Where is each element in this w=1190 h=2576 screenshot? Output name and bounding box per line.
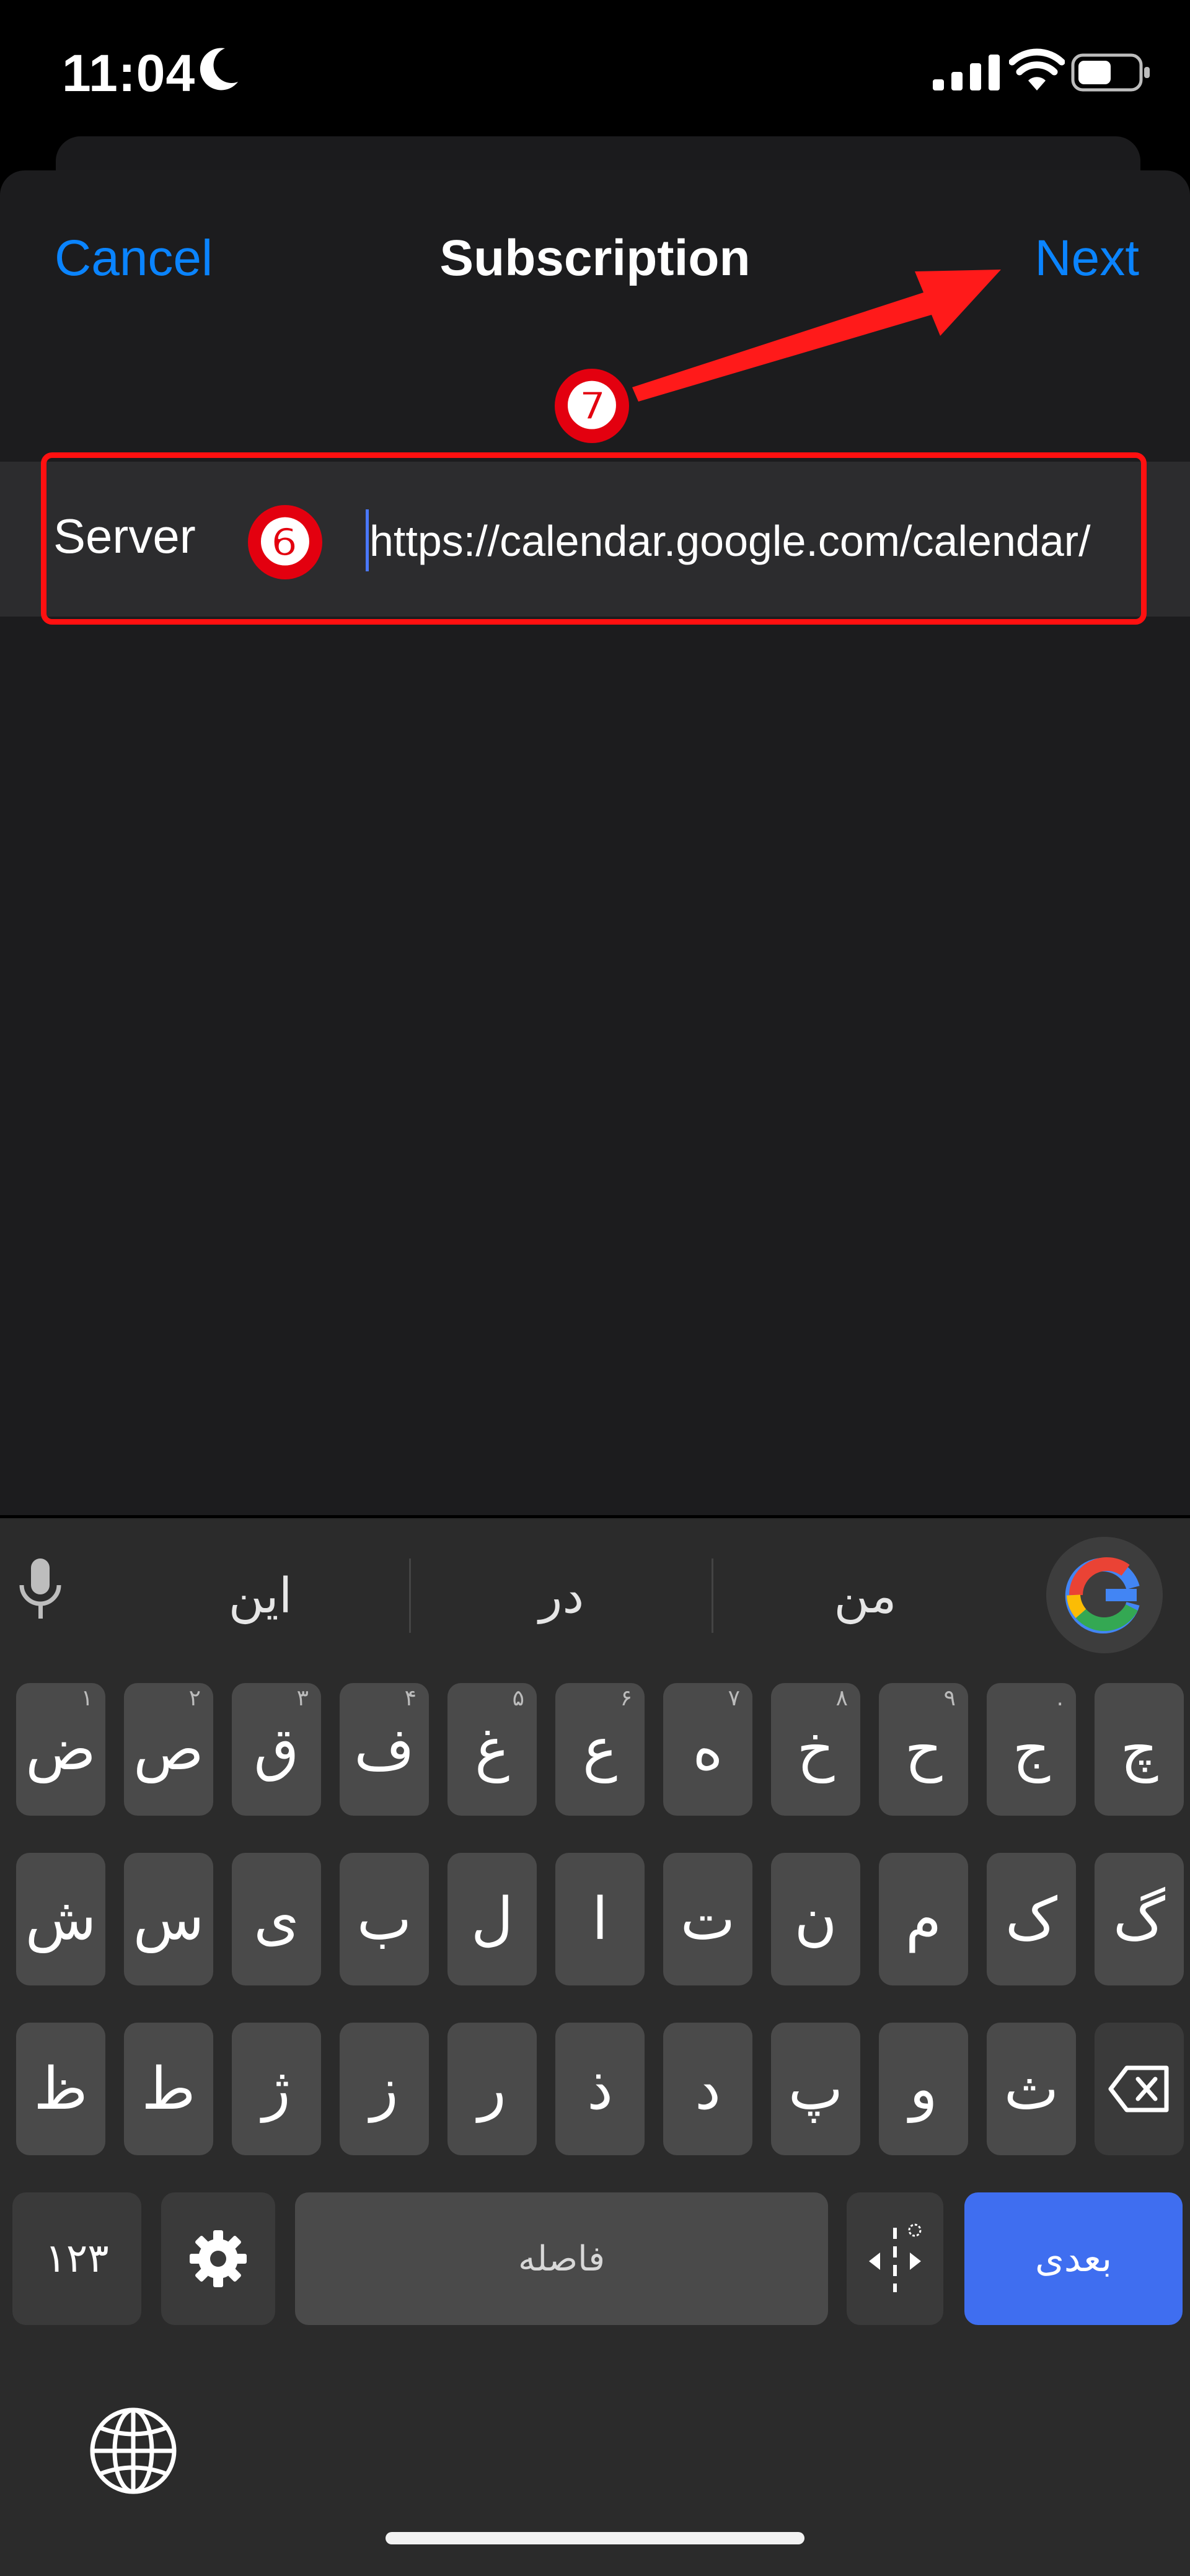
key[interactable]: ظ	[16, 2023, 105, 2155]
enter-key[interactable]: بعدی	[964, 2192, 1183, 2325]
backspace-icon	[1108, 2065, 1169, 2112]
mic-icon[interactable]	[12, 1555, 68, 1624]
wifi-icon	[1009, 48, 1065, 90]
cursor-key[interactable]	[847, 2192, 943, 2325]
key[interactable]: ر	[447, 2023, 537, 2155]
home-indicator	[386, 2532, 804, 2544]
key[interactable]: ز	[340, 2023, 429, 2155]
suggestion-item[interactable]: در	[469, 1568, 654, 1624]
key[interactable]: ص۲	[124, 1683, 213, 1816]
backspace-key[interactable]	[1095, 2023, 1184, 2155]
annotation-step-7-badge: ❼	[555, 369, 629, 443]
key[interactable]: د	[663, 2023, 752, 2155]
key[interactable]: ذ	[555, 2023, 645, 2155]
moon-icon	[200, 48, 238, 90]
settings-key[interactable]	[161, 2192, 275, 2325]
key[interactable]: و	[879, 2023, 968, 2155]
suggestion-item[interactable]: من	[772, 1568, 958, 1624]
key[interactable]: گ	[1095, 1853, 1184, 1985]
key[interactable]: ژ	[232, 2023, 321, 2155]
key[interactable]: م	[879, 1853, 968, 1985]
key[interactable]: ی	[232, 1853, 321, 1985]
key[interactable]: س	[124, 1853, 213, 1985]
key[interactable]: ت	[663, 1853, 752, 1985]
key[interactable]: ب	[340, 1853, 429, 1985]
key[interactable]: ث	[987, 2023, 1076, 2155]
key[interactable]: ا	[555, 1853, 645, 1985]
key[interactable]: غ۵	[447, 1683, 537, 1816]
cursor-move-icon	[869, 2223, 922, 2292]
numbers-key[interactable]: ۱۲۳	[12, 2192, 141, 2325]
globe-icon[interactable]	[87, 2404, 180, 2497]
key[interactable]: ف۴	[340, 1683, 429, 1816]
suggestion-divider	[712, 1558, 713, 1633]
key[interactable]: ع۶	[555, 1683, 645, 1816]
key[interactable]: چ	[1095, 1683, 1184, 1816]
battery-icon	[1071, 53, 1150, 92]
next-button[interactable]: Next	[1034, 229, 1139, 288]
key[interactable]: ج.	[987, 1683, 1076, 1816]
key[interactable]: ق۳	[232, 1683, 321, 1816]
key[interactable]: ط	[124, 2023, 213, 2155]
space-key[interactable]: فاصله	[295, 2192, 828, 2325]
signal-icon	[933, 55, 1000, 90]
key[interactable]: ه۷	[663, 1683, 752, 1816]
key[interactable]: پ	[771, 2023, 860, 2155]
key[interactable]: ض۱	[16, 1683, 105, 1816]
key[interactable]: ل	[447, 1853, 537, 1985]
suggestion-item[interactable]: این	[167, 1568, 353, 1624]
annotation-arrow-icon	[632, 270, 1001, 402]
status-time: 11:04	[62, 44, 196, 102]
key[interactable]: ک	[987, 1853, 1076, 1985]
key[interactable]: ش	[16, 1853, 105, 1985]
google-icon	[1065, 1557, 1140, 1633]
annotation-highlight-box	[41, 452, 1147, 625]
suggestion-divider	[409, 1558, 411, 1633]
settings-icon	[190, 2230, 247, 2287]
key[interactable]: خ۸	[771, 1683, 860, 1816]
key[interactable]: ح۹	[879, 1683, 968, 1816]
key[interactable]: ن	[771, 1853, 860, 1985]
google-button[interactable]	[1046, 1537, 1163, 1653]
annotation-step-6-badge: ❻	[248, 505, 322, 579]
